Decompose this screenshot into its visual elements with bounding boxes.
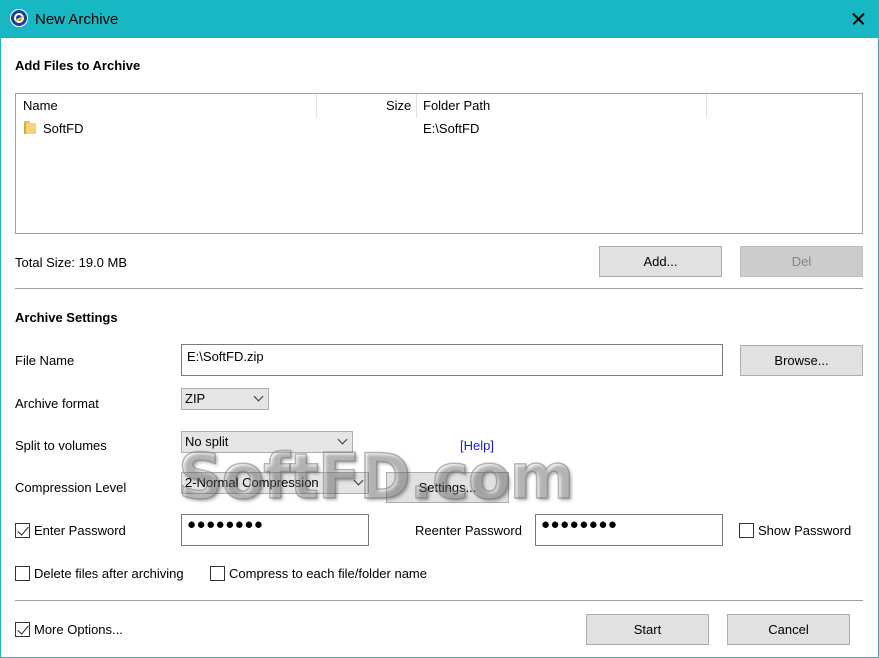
split-volumes-value: No split — [185, 434, 229, 449]
archive-format-select[interactable]: ZIP — [181, 388, 269, 410]
add-files-heading: Add Files to Archive — [15, 58, 141, 73]
compression-level-select[interactable]: 2-Normal Compression — [181, 472, 369, 494]
folder-icon — [24, 121, 37, 134]
close-button[interactable] — [838, 0, 879, 38]
enter-password-checkbox[interactable] — [15, 523, 30, 538]
list-item-name: SoftFD — [43, 121, 84, 136]
split-volumes-label: Split to volumes — [15, 438, 107, 453]
total-size: Total Size: 19.0 MB — [15, 255, 127, 270]
start-button[interactable]: Start — [586, 614, 709, 645]
compression-settings-button[interactable]: Settings... — [386, 472, 509, 503]
delete-after-label[interactable]: Delete files after archiving — [34, 566, 184, 581]
compress-each-label[interactable]: Compress to each file/folder name — [229, 566, 427, 581]
window-title: New Archive — [35, 11, 119, 28]
show-password-label[interactable]: Show Password — [758, 523, 851, 538]
chevron-down-icon — [353, 475, 364, 486]
enter-password-label[interactable]: Enter Password — [34, 523, 126, 538]
archive-format-value: ZIP — [185, 391, 206, 406]
column-separator[interactable] — [416, 94, 417, 118]
more-options-checkbox[interactable] — [15, 622, 30, 637]
app-globe-icon — [10, 9, 28, 27]
chevron-down-icon — [253, 391, 264, 402]
cancel-button[interactable]: Cancel — [727, 614, 850, 645]
archive-format-label: Archive format — [15, 396, 99, 411]
column-separator[interactable] — [706, 94, 707, 118]
file-list[interactable]: Name Size Folder Path SoftFD E:\SoftFD — [15, 93, 863, 234]
add-button[interactable]: Add... — [599, 246, 722, 277]
more-options-label[interactable]: More Options... — [34, 622, 123, 637]
show-password-checkbox[interactable] — [739, 523, 754, 538]
title-bar: New Archive — [0, 0, 879, 38]
password-field[interactable]: ●●●●●●●● — [181, 514, 369, 546]
reenter-password-field[interactable]: ●●●●●●●● — [535, 514, 723, 546]
split-volumes-select[interactable]: No split — [181, 431, 353, 453]
browse-button[interactable]: Browse... — [740, 345, 863, 376]
del-button[interactable]: Del — [740, 246, 863, 277]
compression-level-value: 2-Normal Compression — [185, 475, 319, 490]
section-divider — [15, 288, 863, 290]
file-name-label: File Name — [15, 353, 75, 368]
column-header-folder-path[interactable]: Folder Path — [423, 94, 490, 118]
delete-after-checkbox[interactable] — [15, 566, 30, 581]
reenter-password-label: Reenter Password — [415, 523, 522, 538]
help-link[interactable]: [Help] — [460, 438, 494, 453]
list-item-path: E:\SoftFD — [423, 121, 480, 136]
column-separator[interactable] — [316, 94, 317, 118]
column-header-size[interactable]: Size — [386, 94, 411, 118]
chevron-down-icon — [337, 434, 348, 445]
footer-divider — [15, 600, 863, 602]
compress-each-checkbox[interactable] — [210, 566, 225, 581]
archive-settings-heading: Archive Settings — [15, 310, 118, 325]
compression-level-label: Compression Level — [15, 480, 127, 495]
column-header-name[interactable]: Name — [23, 94, 58, 118]
file-name-field[interactable]: E:\SoftFD.zip — [181, 344, 723, 376]
